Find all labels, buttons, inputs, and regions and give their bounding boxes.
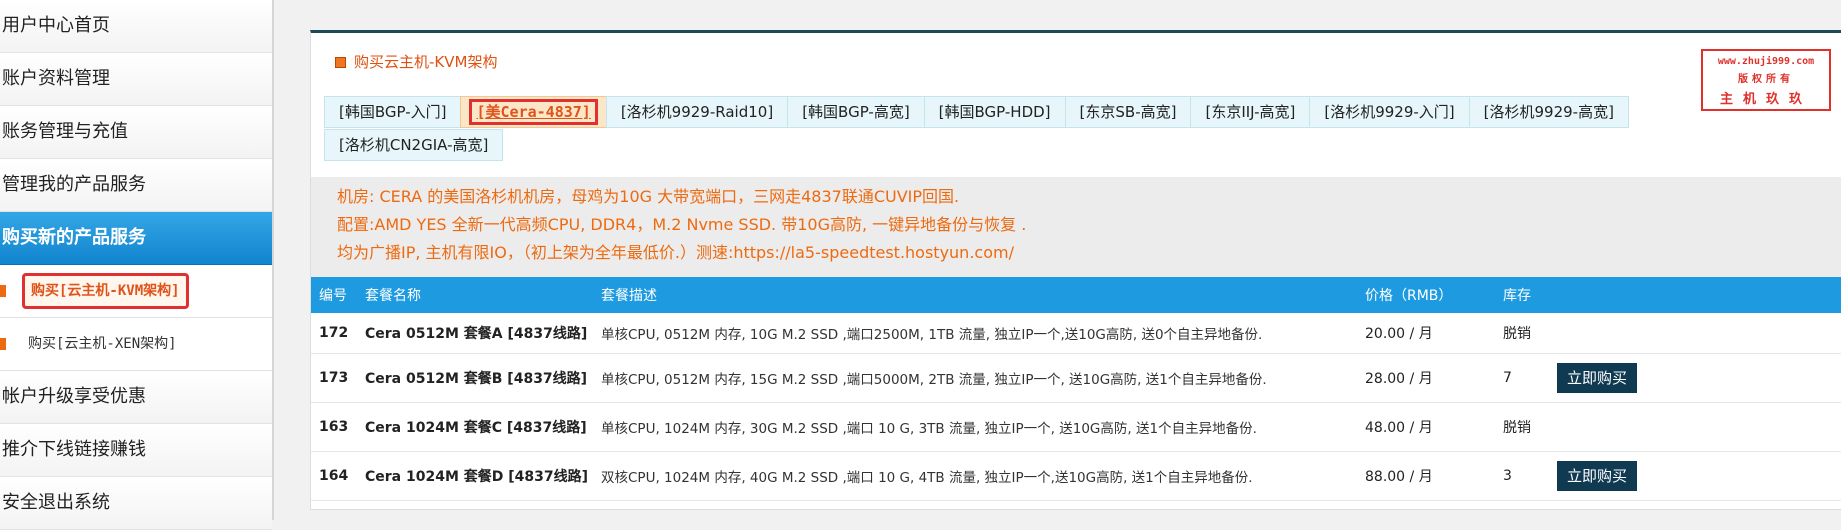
col-header-name: 套餐名称	[365, 288, 421, 304]
plan-desc: 单核CPU, 1024M 内存, 30G M.2 SSD ,端口 10 G, 3…	[600, 402, 1364, 452]
table-row: 173 Cera 0512M 套餐B [4837线路] 单核CPU, 0512M…	[311, 353, 1841, 403]
plan-desc: 单核CPU, 0512M 内存, 15G M.2 SSD ,端口5000M, 2…	[600, 353, 1364, 403]
plan-stock: 脱销	[1502, 402, 1556, 452]
tab-la-cn2gia-high[interactable]: [洛杉机CN2GIA-高宽]	[324, 129, 504, 161]
sidebar-item-billing[interactable]: 账务管理与充值	[0, 106, 272, 159]
table-row: 163 Cera 1024M 套餐C [4837线路] 单核CPU, 1024M…	[311, 402, 1841, 452]
tab-korea-bgp-high[interactable]: [韩国BGP-高宽]	[787, 96, 925, 128]
plan-price: 20.00 / 月	[1364, 313, 1502, 354]
plan-id: 172	[311, 313, 364, 354]
tab-la-9929-raid10[interactable]: [洛杉机9929-Raid10]	[605, 96, 789, 128]
table-row: 164 Cera 1024M 套餐D [4837线路] 双核CPU, 1024M…	[311, 451, 1841, 501]
sidebar-item-referral[interactable]: 推介下线链接赚钱	[0, 424, 272, 477]
tab-label: [美Cera-4837]	[469, 99, 598, 125]
tab-la-9929-entry[interactable]: [洛杉机9929-入门]	[1309, 96, 1470, 128]
plan-id: 173	[311, 353, 364, 403]
plan-price: 48.00 / 月	[1364, 402, 1502, 452]
plan-action: 立即购买	[1556, 451, 1841, 501]
tab-korea-bgp-entry[interactable]: [韩国BGP-入门]	[324, 96, 462, 128]
plans-table: 编号 套餐名称 套餐描述 价格（RMB） 库存 172 Cera 0512M 套…	[311, 277, 1841, 501]
tab-korea-bgp-hdd[interactable]: [韩国BGP-HDD]	[923, 96, 1066, 128]
plan-name: Cera 0512M 套餐B [4837线路]	[364, 353, 600, 403]
sidebar-subitem-label: 购买[云主机-XEN架构]	[28, 336, 177, 352]
col-header-stock: 库存	[1503, 288, 1531, 304]
product-tabs: [韩国BGP-入门] [美Cera-4837] [洛杉机9929-Raid10]…	[324, 96, 1724, 162]
sidebar: 用户中心首页 账户资料管理 账务管理与充值 管理我的产品服务 购买新的产品服务 …	[0, 0, 274, 530]
table-row: 172 Cera 0512M 套餐A [4837线路] 单核CPU, 0512M…	[311, 313, 1841, 354]
plan-desc: 单核CPU, 0512M 内存, 10G M.2 SSD ,端口2500M, 1…	[600, 313, 1364, 354]
tab-us-cera-4837[interactable]: [美Cera-4837]	[460, 96, 607, 128]
buy-now-button[interactable]: 立即购买	[1557, 461, 1638, 491]
sidebar-item-buy-products[interactable]: 购买新的产品服务	[0, 212, 272, 265]
plan-name: Cera 1024M 套餐C [4837线路]	[364, 402, 600, 452]
stamp-url: www.zhuji999.com	[1717, 56, 1815, 67]
description-line: 均为广播IP, 主机有限IO，（初上架为全年最低价.）测速:https://la…	[337, 243, 1014, 262]
plan-id: 164	[311, 451, 364, 501]
sidebar-item-user-home[interactable]: 用户中心首页	[0, 0, 272, 53]
sidebar-item-logout[interactable]: 安全退出系统	[0, 477, 272, 530]
sidebar-item-upgrade[interactable]: 帐户升级享受优惠	[0, 371, 272, 424]
sidebar-subitem-buy-kvm[interactable]: 购买[云主机-KVM架构]	[0, 265, 272, 318]
stamp-copyright: 版权所有	[1738, 74, 1794, 85]
table-header: 编号 套餐名称 套餐描述 价格（RMB） 库存	[311, 277, 1841, 313]
col-header-action	[1556, 277, 1841, 313]
plan-action	[1556, 402, 1841, 452]
plan-stock: 脱销	[1502, 313, 1556, 354]
description-line: 配置:AMD YES 全新一代高频CPU, DDR4，M.2 Nvme SSD.…	[337, 215, 1027, 234]
buy-now-button[interactable]: 立即购买	[1557, 363, 1638, 393]
tab-tokyo-sb-high[interactable]: [东京SB-高宽]	[1064, 96, 1192, 128]
plan-id: 163	[311, 402, 364, 452]
plan-action	[1556, 313, 1841, 354]
plan-action: 立即购买	[1556, 353, 1841, 403]
plan-stock: 3	[1502, 451, 1556, 501]
page-title: 购买云主机-KVM架构	[335, 51, 497, 72]
sidebar-item-account-profile[interactable]: 账户资料管理	[0, 53, 272, 106]
bullet-icon	[0, 285, 6, 297]
col-header-desc: 套餐描述	[601, 288, 657, 304]
col-header-id: 编号	[319, 288, 347, 304]
plan-name: Cera 0512M 套餐A [4837线路]	[364, 313, 600, 354]
datacenter-description: 机房: CERA 的美国洛杉机机房，母鸡为10G 大带宽端口，三网走4837联通…	[311, 177, 1841, 277]
plan-stock: 7	[1502, 353, 1556, 403]
tab-la-9929-high[interactable]: [洛杉机9929-高宽]	[1468, 96, 1629, 128]
square-icon	[335, 57, 346, 68]
plan-name: Cera 1024M 套餐D [4837线路]	[364, 451, 600, 501]
tab-tokyo-iij-high[interactable]: [东京IIJ-高宽]	[1190, 96, 1311, 128]
sidebar-subitem-label: 购买[云主机-KVM架构]	[22, 273, 189, 309]
main-panel: 购买云主机-KVM架构 www.zhuji999.com 版权所有 主机玖玖 […	[310, 30, 1841, 510]
sidebar-item-my-products[interactable]: 管理我的产品服务	[0, 159, 272, 212]
plan-price: 88.00 / 月	[1364, 451, 1502, 501]
plan-price: 28.00 / 月	[1364, 353, 1502, 403]
page-title-text: 购买云主机-KVM架构	[354, 53, 498, 71]
col-header-price: 价格（RMB）	[1365, 288, 1453, 304]
sidebar-subitem-buy-xen[interactable]: 购买[云主机-XEN架构]	[0, 318, 272, 371]
description-line: 机房: CERA 的美国洛杉机机房，母鸡为10G 大带宽端口，三网走4837联通…	[337, 187, 960, 206]
plan-desc: 双核CPU, 1024M 内存, 40G M.2 SSD ,端口 10 G, 4…	[600, 451, 1364, 501]
bullet-icon	[0, 338, 6, 350]
